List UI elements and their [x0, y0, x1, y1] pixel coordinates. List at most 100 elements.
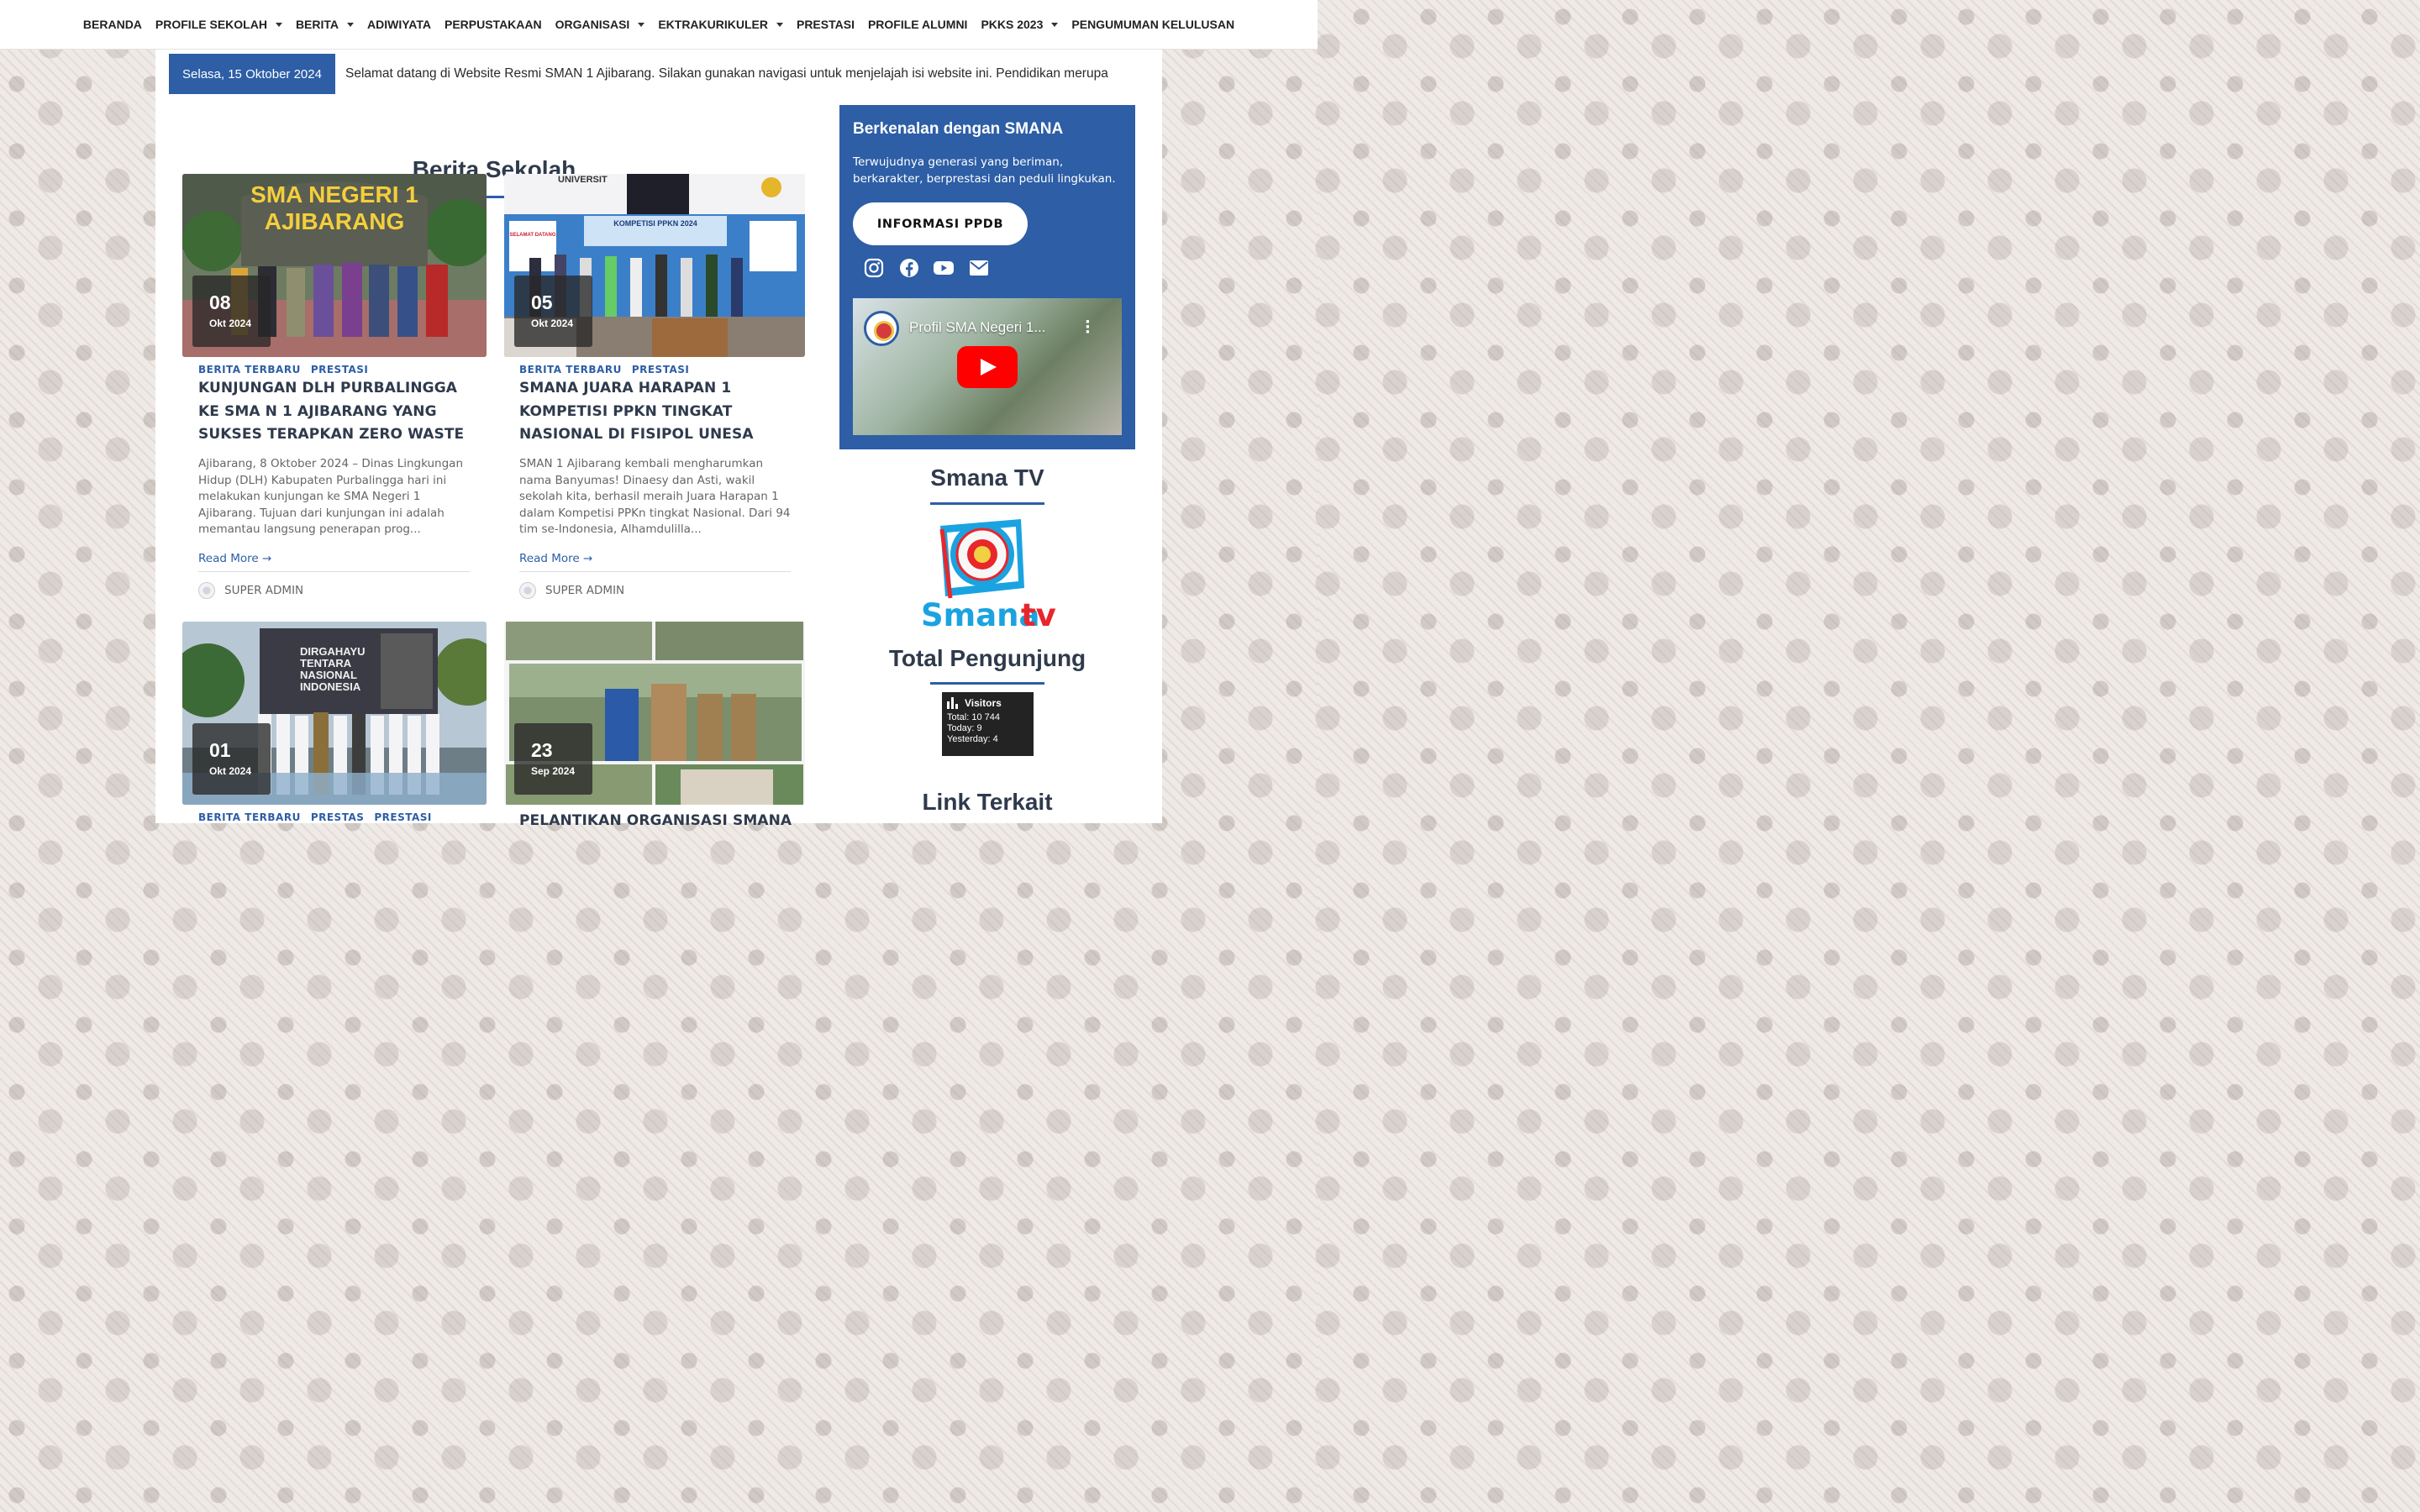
- post-month: Okt 2024: [209, 765, 252, 777]
- banner-line-4: INDONESIA: [300, 680, 361, 693]
- post-excerpt: SMAN 1 Ajibarang kembali mengharumkan na…: [519, 457, 791, 537]
- visitors-label: Visitors: [965, 697, 1002, 709]
- facebook-icon[interactable]: [897, 256, 921, 280]
- post-thumbnail[interactable]: DIRGAHAYU TENTARA NASIONAL INDONESIA 01: [182, 622, 487, 805]
- post-categories: BERITA TERBARU PRESTASI: [198, 364, 378, 375]
- nav-item-label: PROFILE ALUMNI: [867, 18, 968, 31]
- caret-down-icon: [776, 22, 783, 27]
- instagram-icon[interactable]: [862, 256, 886, 280]
- post-month: Sep 2024: [531, 765, 576, 777]
- category-link[interactable]: BERITA TERBARU: [198, 811, 301, 823]
- category-link[interactable]: PRESTASI: [311, 364, 369, 375]
- category-link[interactable]: PRESTASI: [374, 811, 432, 823]
- post-date-badge: 23 Sep 2024: [514, 723, 592, 795]
- nav-item-berita[interactable]: BERITA: [295, 18, 355, 31]
- intro-title: Berkenalan dengan SMANA: [853, 120, 1064, 138]
- post-author: SUPER ADMIN: [198, 582, 303, 599]
- nav-item-label: PERPUSTAKAAN: [444, 18, 542, 31]
- more-options-icon[interactable]: · · ·: [1085, 315, 1091, 340]
- post-categories: BERITA TERBARU PRESTASI: [519, 364, 699, 375]
- banner-line-1: DIRGAHAYU: [300, 645, 366, 658]
- banner-line-3: NASIONAL: [300, 669, 357, 681]
- nav-item-label: PKKS 2023: [981, 18, 1044, 31]
- mail-icon[interactable]: [967, 256, 991, 280]
- ppdb-info-button[interactable]: INFORMASI PPDB: [853, 202, 1028, 245]
- nav-item-label: EKTRAKURIKULER: [658, 18, 768, 31]
- post-date-badge: 01 Okt 2024: [192, 723, 271, 795]
- caret-down-icon: [275, 22, 282, 27]
- related-links-title: Link Terkait: [922, 789, 1053, 815]
- visitor-counter-header: Visitors: [947, 697, 1034, 709]
- photo-text-university: UNIVERSIT: [558, 175, 608, 185]
- post-date-badge: 08 Okt 2024: [192, 276, 271, 347]
- smana-tv-title: Smana TV: [930, 465, 1044, 491]
- smana-tv-logo[interactable]: Smana tv: [917, 514, 1060, 633]
- photo-text-banner: KOMPETISI PPKN 2024: [613, 219, 697, 228]
- author-name[interactable]: SUPER ADMIN: [545, 584, 624, 597]
- nav-item-label: PENGUMUMAN KELULUSAN: [1071, 18, 1235, 31]
- post-day: 01: [209, 739, 231, 761]
- post-thumbnail[interactable]: UNIVERSIT KOMPETISI PPKN 2024 SELAMAT DA…: [504, 174, 805, 357]
- nav-item-label: PROFILE SEKOLAH: [155, 18, 267, 31]
- nav-item-organisasi[interactable]: ORGANISASI: [555, 18, 645, 31]
- main-navigation: BERANDA PROFILE SEKOLAH BERITA ADIWIYATA PER…: [0, 0, 1318, 50]
- post-excerpt: Ajibarang, 8 Oktober 2024 – Dinas Lingku…: [198, 457, 464, 537]
- caret-down-icon: [1051, 22, 1059, 27]
- category-link[interactable]: PRESTASI: [632, 364, 690, 375]
- nav-item-label: ORGANISASI: [555, 18, 630, 31]
- post-title[interactable]: SMANA JUARA HARAPAN 1 KOMPETISI PPKN TIN…: [519, 377, 802, 447]
- card-divider: [519, 571, 791, 572]
- nav-item-ektrakurikuler[interactable]: EKTRAKURIKULER: [658, 18, 783, 31]
- sign-text-2: AJIBARANG: [265, 208, 404, 234]
- intro-text: Terwujudnya generasi yang beriman, berka…: [853, 155, 1116, 186]
- nav-item-profile-sekolah[interactable]: PROFILE SEKOLAH: [155, 18, 282, 31]
- post-title[interactable]: KUNJUNGAN DLH PURBALINGGA KE SMA N 1 AJI…: [198, 377, 476, 447]
- nav-item-label: BERANDA: [82, 18, 142, 31]
- visitors-title: Total Pengunjung: [888, 645, 1086, 671]
- nav-item-beranda[interactable]: BERANDA: [83, 18, 142, 31]
- post-month: Okt 2024: [531, 318, 574, 329]
- post-thumbnail[interactable]: SMA NEGERI 1 AJIBARANG 08 Okt 2024: [182, 174, 487, 357]
- post-date-badge: 05 Okt 2024: [514, 276, 592, 347]
- caret-down-icon: [638, 22, 645, 27]
- post-day: 23: [531, 739, 553, 761]
- youtube-icon[interactable]: [932, 256, 955, 280]
- nav-item-profile-alumni[interactable]: PROFILE ALUMNI: [868, 18, 967, 31]
- category-link[interactable]: BERITA TERBARU: [198, 364, 301, 375]
- photo-text-welcome: SELAMAT DATANG: [510, 233, 556, 238]
- post-day: 08: [209, 291, 231, 313]
- author-avatar: [198, 582, 215, 599]
- nav-item-label: BERITA: [295, 18, 339, 31]
- post-thumbnail[interactable]: 23 Sep 2024: [504, 622, 805, 805]
- nav-item-perpustakaan[interactable]: PERPUSTAKAAN: [445, 18, 542, 31]
- post-categories: BERITA TERBARU PRESTAS PRESTASI: [198, 811, 442, 823]
- tv-logo-text-right: tv: [1021, 597, 1056, 632]
- read-more-link[interactable]: Read More →: [519, 552, 592, 565]
- play-icon[interactable]: [957, 346, 1018, 388]
- banner-line-2: TENTARA: [300, 657, 352, 669]
- bar-chart-icon: [947, 697, 960, 709]
- title-underline: [930, 502, 1044, 505]
- nav-item-adiwiyata[interactable]: ADIWIYATA: [367, 18, 431, 31]
- post-author: SUPER ADMIN: [519, 582, 624, 599]
- nav-item-prestasi[interactable]: PRESTASI: [797, 18, 855, 31]
- card-divider: [198, 571, 470, 572]
- nav-item-pengumuman-kelulusan[interactable]: PENGUMUMAN KELULUSAN: [1071, 18, 1234, 31]
- current-date: Selasa, 15 Oktober 2024: [169, 54, 335, 94]
- nav-item-pkks-2023[interactable]: PKKS 2023: [981, 18, 1059, 31]
- author-avatar: [519, 582, 536, 599]
- video-title: Profil SMA Negeri 1...: [909, 319, 1046, 335]
- intro-box: Berkenalan dengan SMANA Terwujudnya gene…: [839, 105, 1135, 449]
- category-link[interactable]: BERITA TERBARU: [519, 364, 622, 375]
- title-underline: [930, 682, 1044, 685]
- nav-item-label: PRESTASI: [796, 18, 855, 31]
- post-day: 05: [531, 291, 553, 313]
- youtube-video-embed[interactable]: Profil SMA Negeri 1... · · ·: [853, 298, 1122, 435]
- welcome-ticker: Selamat datang di Website Resmi SMAN 1 A…: [345, 66, 1108, 81]
- author-name[interactable]: SUPER ADMIN: [224, 584, 303, 597]
- visitors-yesterday: Yesterday: 4: [947, 734, 998, 744]
- post-title[interactable]: PELANTIKAN ORGANISASI SMANA: [519, 810, 802, 833]
- category-link[interactable]: PRESTAS: [311, 811, 365, 823]
- visitors-total: Total: 10 744: [947, 712, 1000, 722]
- read-more-link[interactable]: Read More →: [198, 552, 271, 565]
